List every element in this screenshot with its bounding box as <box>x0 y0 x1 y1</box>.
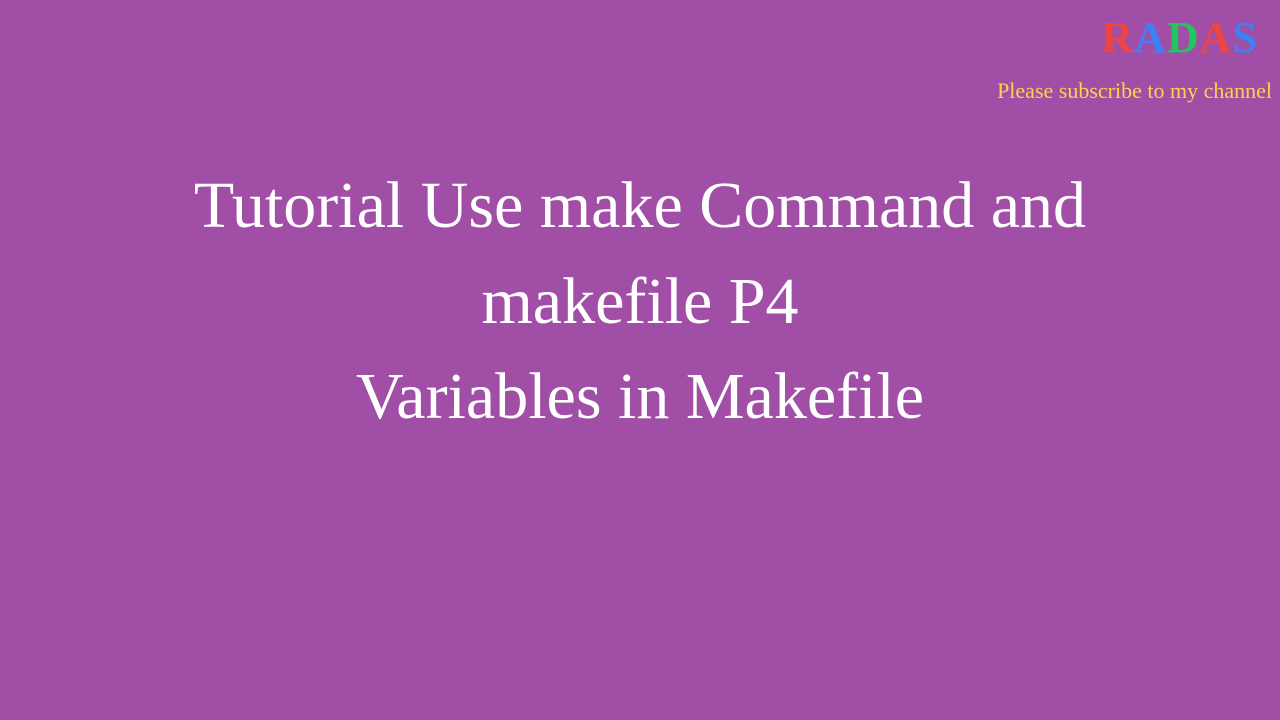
logo-letter-a2: A <box>1200 16 1233 60</box>
title-line-1: Tutorial Use make Command and <box>0 158 1280 254</box>
logo-letter-s: S <box>1233 16 1258 60</box>
title-line-2: makefile P4 <box>0 254 1280 350</box>
title-line-3: Variables in Makefile <box>0 349 1280 445</box>
main-title: Tutorial Use make Command and makefile P… <box>0 158 1280 445</box>
logo-letter-a1: A <box>1134 16 1167 60</box>
brand-logo: RADAS <box>1101 16 1258 60</box>
logo-letter-r: R <box>1101 16 1134 60</box>
logo-letter-d: D <box>1167 16 1200 60</box>
subscribe-text: Please subscribe to my channel <box>997 78 1272 104</box>
